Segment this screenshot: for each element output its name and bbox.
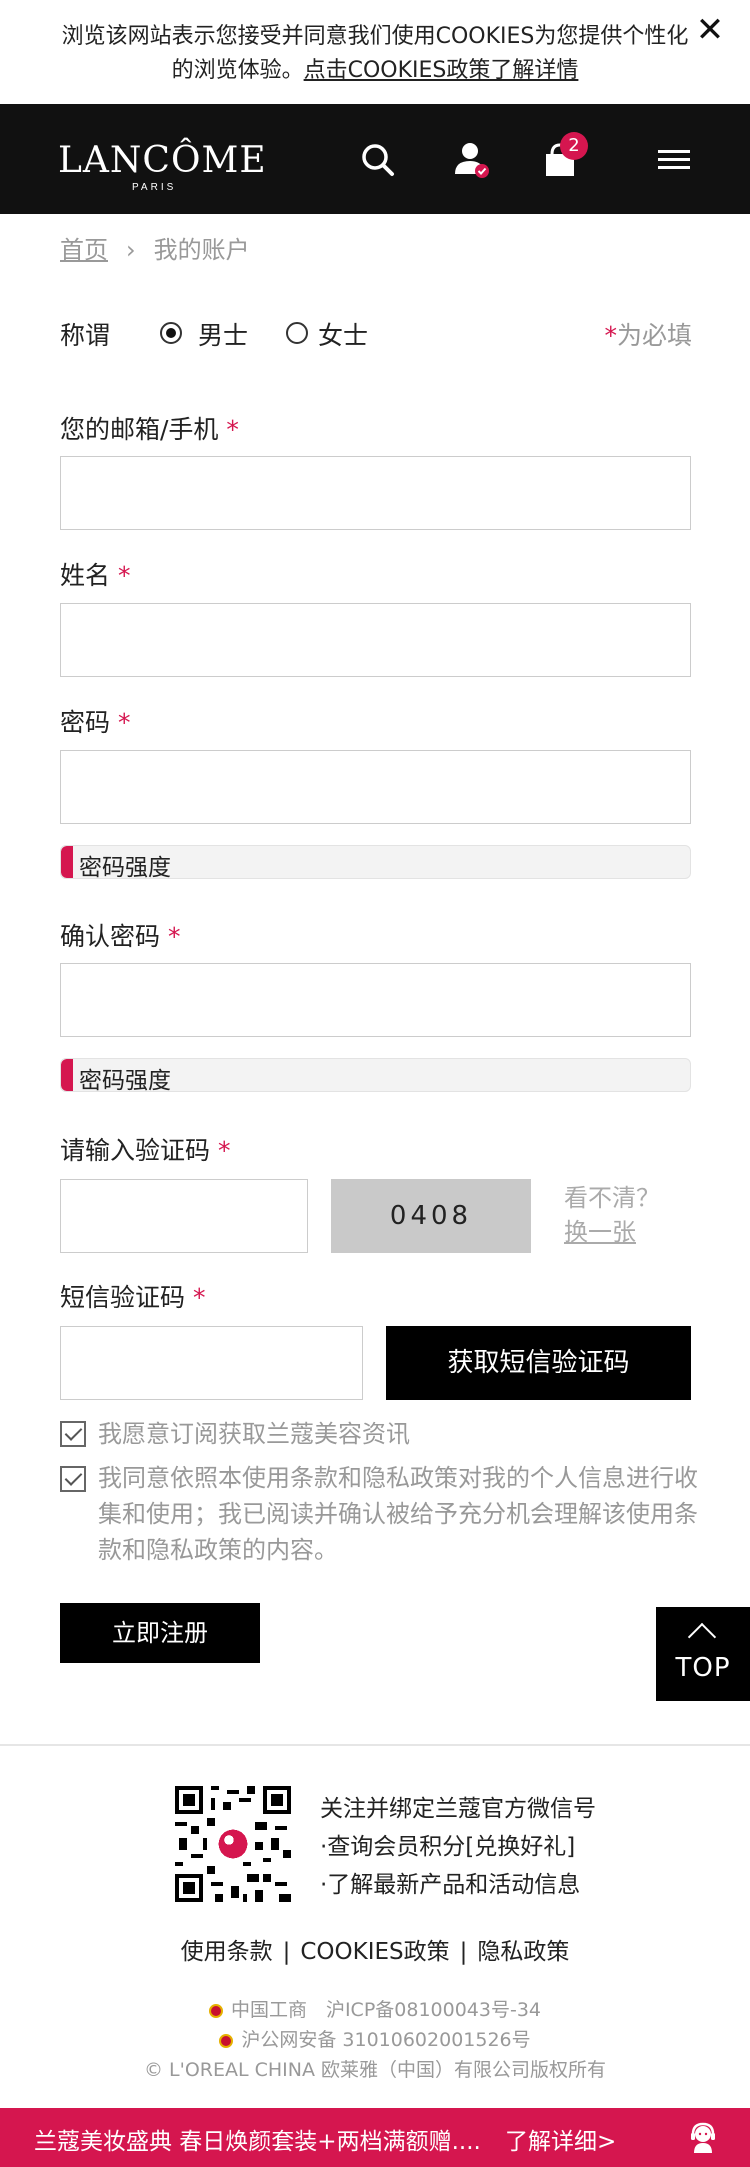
confirm-password-strength-label: 密码强度 (79, 1068, 171, 1092)
footer-divider (0, 1744, 750, 1746)
password-strength-fill (61, 846, 73, 878)
consent-label: 我同意依照本使用条款和隐私政策对我的个人信息进行收集和使用；我已阅读并确认被给予… (98, 1464, 698, 1564)
name-label: 姓名 * (60, 556, 130, 592)
required-star: * (604, 321, 617, 350)
wechat-info: 关注并绑定兰蔻官方微信号 ·查询会员积分[兑换好礼] ·了解最新产品和活动信息 (320, 1790, 596, 1904)
brand-logo[interactable]: LANCÔME (58, 140, 266, 181)
wechat-line-news: ·了解最新产品和活动信息 (320, 1872, 581, 1898)
password-strength-meter: 密码强度 (60, 845, 691, 879)
account-icon[interactable] (452, 140, 492, 180)
email-label: 您的邮箱/手机 * (60, 410, 239, 446)
confirm-password-label-text: 确认密码 (60, 922, 161, 951)
required-star: * (226, 415, 239, 444)
required-star: * (192, 1283, 206, 1312)
subscribe-label: 我愿意订阅获取兰蔻美容资讯 (98, 1420, 410, 1448)
search-icon[interactable] (358, 140, 398, 180)
promo-bar[interactable]: 兰蔻美妆盛典 春日焕颜套装+两档满额赠.... 了解详细> (0, 2108, 750, 2167)
police-emblem-icon (219, 2033, 234, 2048)
cookie-message: 浏览该网站表示您接受并同意我们使用COOKIES为您提供个性化的浏览体验。点击C… (60, 20, 690, 88)
cookies-policy-link[interactable]: COOKIES政策 (300, 1939, 449, 1965)
register-button[interactable]: 立即注册 (60, 1603, 260, 1663)
copyright: © L'OREAL CHINA 欧莱雅（中国）有限公司版权所有 (143, 2059, 607, 2081)
menu-icon[interactable] (654, 140, 694, 180)
required-star: * (217, 1136, 231, 1165)
required-star: * (117, 561, 131, 590)
site-header: LANCÔME PARIS 2 (0, 104, 750, 214)
police-record-text[interactable]: 沪公网安备 31010602001526号 (241, 2029, 530, 2051)
close-icon[interactable]: ✕ (692, 12, 728, 48)
required-star: * (117, 708, 131, 737)
required-note: *为必填 (604, 316, 692, 352)
captcha-cant-see-text: 看不清？ (564, 1184, 660, 1212)
chevron-up-icon (687, 1622, 717, 1652)
sms-code-input[interactable] (60, 1326, 363, 1400)
cookie-policy-link[interactable]: 点击COOKIES政策了解详情 (304, 58, 579, 83)
footer-links: 使用条款 | COOKIES政策 | 隐私政策 (0, 1932, 750, 1966)
required-note-text: 为必填 (616, 321, 692, 350)
radio-male[interactable] (160, 322, 182, 344)
police-record: 沪公网安备 31010602001526号 (0, 2025, 750, 2052)
cookie-banner: 浏览该网站表示您接受并同意我们使用COOKIES为您提供个性化的浏览体验。点击C… (0, 0, 750, 104)
breadcrumb: 首页 › 我的账户 (60, 230, 250, 265)
breadcrumb-separator: › (126, 236, 136, 264)
radio-female[interactable] (286, 322, 308, 344)
link-divider: | (282, 1939, 291, 1965)
name-field[interactable] (60, 603, 691, 677)
captcha-refresh: 看不清？ 换一张 (564, 1181, 660, 1249)
cart-count-badge: 2 (560, 132, 588, 160)
confirm-password-label: 确认密码 * (60, 917, 180, 953)
customer-service-icon[interactable] (686, 2120, 720, 2154)
password-label-text: 密码 (60, 708, 111, 737)
consent-checkbox[interactable] (60, 1466, 86, 1492)
captcha-image: 0408 (331, 1179, 531, 1253)
captcha-label: 请输入验证码 * (60, 1131, 230, 1167)
password-label: 密码 * (60, 703, 130, 739)
back-to-top-label: TOP (675, 1653, 731, 1683)
email-label-text: 您的邮箱/手机 (60, 415, 219, 444)
wechat-title: 关注并绑定兰蔻官方微信号 (320, 1796, 596, 1822)
captcha-label-text: 请输入验证码 (60, 1136, 211, 1165)
breadcrumb-home-link[interactable]: 首页 (60, 236, 108, 264)
radio-male-label[interactable]: 男士 (198, 316, 248, 352)
salutation-row: 称谓 男士 女士 *为必填 (60, 316, 692, 352)
aic-emblem-icon (208, 2003, 223, 2018)
confirm-password-field[interactable] (60, 963, 691, 1037)
terms-link[interactable]: 使用条款 (181, 1939, 273, 1965)
promo-text: 兰蔻美妆盛典 春日焕颜套装+两档满额赠.... (34, 2129, 481, 2155)
confirm-password-strength-meter: 密码强度 (60, 1058, 691, 1092)
wechat-qr-code (175, 1786, 291, 1902)
get-sms-code-button[interactable]: 获取短信验证码 (386, 1326, 691, 1400)
wechat-line-points: ·查询会员积分[兑换好礼] (320, 1834, 576, 1860)
password-field[interactable] (60, 750, 691, 824)
back-to-top-button[interactable]: TOP (656, 1607, 750, 1701)
name-label-text: 姓名 (60, 561, 111, 590)
password-strength-label: 密码强度 (79, 855, 171, 879)
promo-more-link[interactable]: 了解详细> (505, 2122, 616, 2156)
subscribe-checkbox[interactable] (60, 1421, 86, 1447)
captcha-change-link[interactable]: 换一张 (564, 1215, 660, 1249)
icp-record: 中国工商 沪ICP备08100043号-34 (0, 1995, 750, 2022)
required-star: * (167, 922, 181, 951)
radio-female-label[interactable]: 女士 (318, 316, 368, 352)
breadcrumb-current: 我的账户 (153, 236, 250, 264)
salutation-label: 称谓 (60, 321, 111, 350)
brand-logo-sub: PARIS (132, 182, 177, 193)
confirm-password-strength-fill (61, 1059, 73, 1091)
captcha-input[interactable] (60, 1179, 308, 1253)
privacy-policy-link[interactable]: 隐私政策 (477, 1939, 569, 1965)
sms-code-label: 短信验证码 * (60, 1278, 205, 1314)
sms-code-label-text: 短信验证码 (60, 1283, 186, 1312)
icp-record-text[interactable]: 中国工商 沪ICP备08100043号-34 (231, 1999, 541, 2021)
email-field[interactable] (60, 456, 691, 530)
link-divider: | (459, 1939, 468, 1965)
